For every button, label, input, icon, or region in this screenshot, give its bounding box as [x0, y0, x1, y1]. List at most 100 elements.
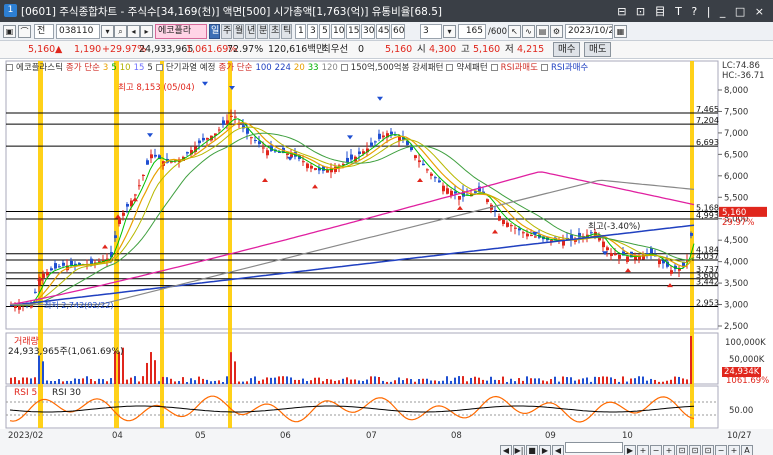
legend-item[interactable]: RSI과매도: [490, 63, 538, 73]
draw-icon[interactable]: ∿: [522, 25, 535, 38]
legend-item[interactable]: 150억,500억봉 강세패턴: [340, 63, 443, 73]
layout-b-icon[interactable]: ⊡: [689, 445, 701, 455]
zoom-out-icon[interactable]: −: [650, 445, 662, 455]
legend-item[interactable]: 5: [147, 63, 152, 73]
expand-icon[interactable]: +: [663, 445, 675, 455]
dropdown-icon[interactable]: ▾: [101, 25, 114, 38]
legend-checkbox[interactable]: [155, 64, 163, 71]
volume-bar: [454, 377, 456, 384]
chart-scrollbar[interactable]: [565, 442, 623, 453]
font-increase-icon[interactable]: +: [728, 445, 740, 455]
layout-a-icon[interactable]: ⊡: [676, 445, 688, 455]
interval-dropdown-icon[interactable]: ▾: [443, 25, 456, 38]
legend-item[interactable]: RSI과매수: [540, 63, 588, 73]
legend-checkbox[interactable]: [6, 64, 13, 71]
period-month[interactable]: 월: [233, 24, 244, 39]
nav-stop-icon[interactable]: ■: [526, 445, 538, 455]
period-tick[interactable]: 틱: [281, 24, 292, 39]
volume-bar: [18, 380, 20, 384]
minute-15[interactable]: 15: [346, 24, 360, 39]
next-stock-icon[interactable]: ▸: [140, 25, 153, 38]
price-tick-label: 7,000: [724, 129, 748, 139]
scroll-right-icon[interactable]: ▶: [624, 445, 636, 455]
stock-code-input[interactable]: 038110: [56, 24, 100, 39]
minute-10[interactable]: 10: [331, 24, 345, 39]
font-icon[interactable]: A: [741, 445, 753, 455]
legend-item[interactable]: 100: [255, 63, 271, 73]
legend-item[interactable]: 3: [103, 63, 108, 73]
legend-item[interactable]: 120: [322, 63, 338, 73]
stock-name-field[interactable]: 에코플라: [155, 24, 207, 39]
scroll-left-icon[interactable]: ◀: [552, 445, 564, 455]
volume-bar: [78, 378, 80, 384]
minute-3[interactable]: 3: [307, 24, 318, 39]
legend-item[interactable]: 종가 단순: [218, 63, 252, 73]
legend-item[interactable]: 15: [134, 63, 145, 73]
legend-item[interactable]: 단기과열 예정: [155, 63, 215, 73]
zoom-in-icon[interactable]: +: [637, 445, 649, 455]
nav-play-icon[interactable]: ▶: [539, 445, 551, 455]
font-decrease-icon[interactable]: −: [715, 445, 727, 455]
legend-item[interactable]: 10: [120, 63, 131, 73]
save-icon[interactable]: ▤: [536, 25, 549, 38]
market-select[interactable]: 전: [34, 24, 54, 39]
legend-item[interactable]: 224: [275, 63, 291, 73]
candle-body: [58, 266, 61, 268]
current-price-tag-text: 5,160: [722, 208, 746, 218]
calendar-icon[interactable]: ▦: [614, 25, 627, 38]
candle-body: [306, 163, 309, 169]
title-bar: 1 [0601] 주식종합차트 - 주식수[34,169(천)] 액면[500]…: [0, 0, 773, 22]
count-input[interactable]: 165: [458, 24, 486, 39]
last-peak-annotation: 최고(-3.40%): [588, 222, 641, 232]
legend-checkbox[interactable]: [540, 64, 548, 71]
legend-item[interactable]: 5: [111, 63, 116, 73]
volume-bar: [302, 378, 304, 384]
chart-type-icon[interactable]: ⌒: [18, 25, 31, 38]
legend-item[interactable]: 종가 단순: [66, 63, 100, 73]
volume-bar: [642, 376, 644, 384]
legend-checkbox[interactable]: [446, 64, 454, 71]
minute-30[interactable]: 30: [361, 24, 375, 39]
volume-bar: [230, 352, 232, 384]
volume-bar: [578, 379, 580, 384]
prev-stock-icon[interactable]: ◂: [127, 25, 140, 38]
period-week[interactable]: 주: [221, 24, 232, 39]
buy-button[interactable]: 매수: [553, 42, 581, 57]
date-input[interactable]: 2023/10/27: [565, 24, 613, 39]
chart-canvas[interactable]: 8,0007,5007,0006,5006,0005,5005,0004,500…: [0, 59, 773, 455]
zoom-icon[interactable]: ↖: [508, 25, 521, 38]
legend-checkbox[interactable]: [490, 64, 498, 71]
minute-5[interactable]: 5: [319, 24, 330, 39]
chart-navigation: ◀ ▶| ■ ▶ ◀ ▶ + − + ⊡ ⊡ ⊡ − + A: [500, 442, 754, 455]
period-second[interactable]: 초: [269, 24, 280, 39]
legend-checkbox[interactable]: [340, 64, 348, 71]
sell-button[interactable]: 매도: [584, 42, 612, 57]
legend-item[interactable]: 20: [294, 63, 305, 73]
interval-input[interactable]: 3: [420, 24, 442, 39]
level-label: 6,693: [696, 138, 719, 147]
period-year[interactable]: 년: [245, 24, 256, 39]
nav-first-icon[interactable]: ◀: [500, 445, 512, 455]
candle-body: [202, 137, 205, 141]
period-minute[interactable]: 분: [257, 24, 268, 39]
legend-item[interactable]: 약세패턴: [446, 63, 488, 73]
gear-icon[interactable]: ⚙: [550, 25, 563, 38]
up-arrow-icon: ▲: [55, 44, 63, 55]
period-day[interactable]: 일: [209, 24, 220, 39]
stock-chart[interactable]: 8,000 7,500 7,000 6,500 6,000 5,500 5,000 4,500…: [0, 59, 773, 455]
legend-item[interactable]: 33: [308, 63, 319, 73]
nav-last-icon[interactable]: ▶|: [513, 445, 525, 455]
layout-icon[interactable]: ▣: [3, 25, 16, 38]
layout-c-icon[interactable]: ⊡: [702, 445, 714, 455]
price-tick-label: 6,500: [724, 150, 748, 160]
minute-1[interactable]: 1: [295, 24, 306, 39]
window-controls[interactable]: ⊟ ⊡ 目 T ? | _ □ ×: [617, 3, 767, 19]
minute-45[interactable]: 45: [376, 24, 390, 39]
legend-item[interactable]: 에코플라스틱: [6, 63, 63, 73]
volume-bar: [130, 377, 132, 384]
search-icon[interactable]: ⌕: [114, 25, 127, 38]
volume-bar: [490, 376, 492, 384]
minute-60[interactable]: 60: [391, 24, 405, 39]
volume-bar: [482, 379, 484, 384]
candle-body: [46, 271, 49, 276]
